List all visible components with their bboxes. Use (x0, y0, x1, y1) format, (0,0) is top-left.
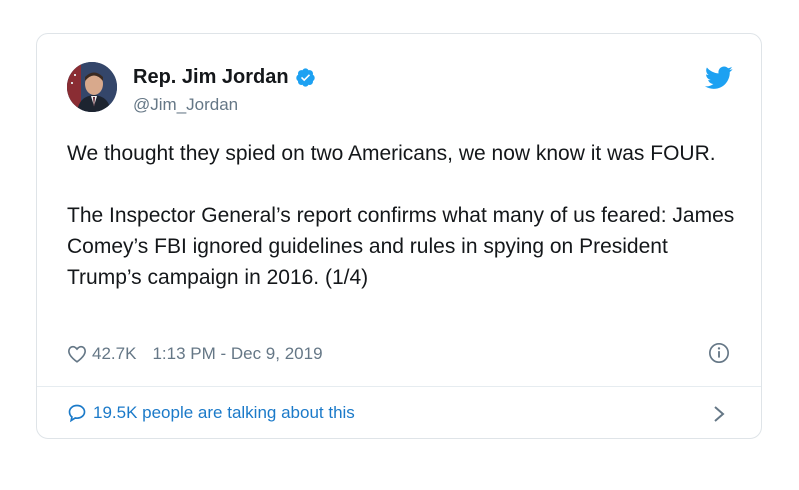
conversation-count[interactable]: 19.5K people are talking about this (93, 403, 355, 423)
tweet-card: Rep. Jim Jordan @Jim_Jordan We thought t… (36, 33, 762, 439)
conversation-link[interactable]: 19.5K people are talking about this (67, 403, 355, 423)
like-count[interactable]: 42.7K (92, 344, 136, 364)
divider (37, 386, 761, 387)
avatar-image (67, 62, 117, 112)
info-icon[interactable] (708, 342, 730, 364)
timestamp[interactable]: 1:13 PM - Dec 9, 2019 (152, 344, 322, 364)
chevron-right-icon[interactable] (713, 405, 725, 423)
author-name-row[interactable]: Rep. Jim Jordan (133, 66, 316, 89)
tweet-paragraph-2: The Inspector General’s report confirms … (67, 204, 735, 289)
twitter-bird-icon[interactable] (705, 66, 733, 90)
author-handle[interactable]: @Jim_Jordan (133, 95, 238, 115)
tweet-text: We thought they spied on two Americans, … (67, 138, 737, 293)
speech-bubble-icon (68, 404, 86, 423)
verified-badge-icon (295, 68, 315, 87)
heart-icon[interactable] (67, 345, 87, 363)
tweet-paragraph-1: We thought they spied on two Americans, … (67, 142, 716, 165)
author-name[interactable]: Rep. Jim Jordan (133, 66, 289, 89)
tweet-meta: 42.7K 1:13 PM - Dec 9, 2019 (67, 344, 323, 364)
avatar[interactable] (67, 62, 117, 112)
